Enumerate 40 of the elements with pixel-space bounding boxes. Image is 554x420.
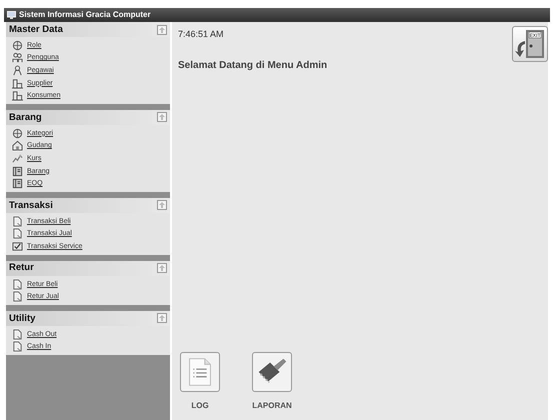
section-header[interactable]: Transaksi xyxy=(6,198,170,213)
document-icon xyxy=(12,278,23,290)
person-icon xyxy=(12,64,23,76)
globe-icon xyxy=(12,40,23,51)
collapse-icon[interactable] xyxy=(157,313,167,324)
report-button[interactable] xyxy=(252,352,292,392)
collapse-icon[interactable] xyxy=(157,200,167,210)
globe-icon xyxy=(12,128,23,139)
section-header[interactable]: Utility xyxy=(6,310,170,326)
shortcut-label: LAPORAN xyxy=(252,402,292,410)
book-icon xyxy=(12,166,23,177)
section-title: Transaksi xyxy=(9,200,53,210)
document-icon xyxy=(12,328,23,340)
checklist-icon xyxy=(12,240,23,252)
section-header[interactable]: Barang xyxy=(6,110,170,125)
book-icon xyxy=(12,178,23,190)
collapse-icon[interactable] xyxy=(157,24,167,34)
monitor-icon xyxy=(7,11,16,19)
document-icon xyxy=(12,216,23,227)
window-title: Sistem Informasi Gracia Computer xyxy=(19,11,151,19)
building-icon xyxy=(12,90,23,102)
section-header[interactable]: Master Data xyxy=(6,22,170,37)
section-title: Barang xyxy=(9,112,42,122)
clock-text: 7:46:51 AM xyxy=(178,28,224,41)
document-icon xyxy=(12,291,23,302)
people-icon xyxy=(12,52,23,64)
section-header[interactable]: Retur xyxy=(6,260,170,276)
document-icon xyxy=(12,341,23,352)
document-icon xyxy=(12,228,23,240)
house-icon xyxy=(12,140,23,152)
section-title: Retur xyxy=(9,263,34,273)
collapse-icon[interactable] xyxy=(157,263,167,274)
welcome-text: Selamat Datang di Menu Admin xyxy=(178,59,328,73)
building-icon xyxy=(12,78,23,89)
shortcut-label: LOG xyxy=(191,402,209,410)
chart-icon xyxy=(12,152,23,164)
log-button[interactable] xyxy=(180,352,220,392)
collapse-icon[interactable] xyxy=(157,112,167,122)
section-title: Master Data xyxy=(9,24,63,34)
section-title: Utility xyxy=(9,314,36,324)
